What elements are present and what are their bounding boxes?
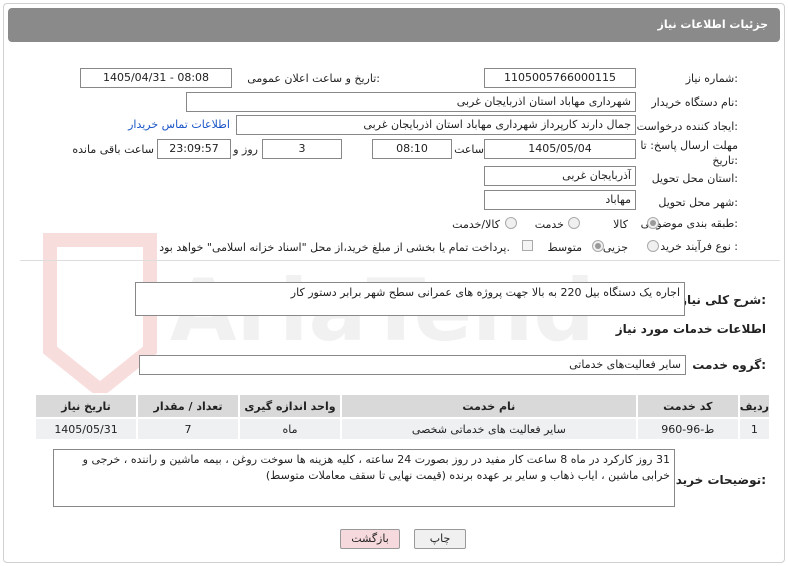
- announce-field: 1405/04/31 - 08:08: [80, 68, 232, 88]
- time-label: ساعت: [454, 143, 484, 156]
- cell-date: 1405/05/31: [33, 417, 139, 441]
- deadline-time-field: 08:10: [372, 139, 452, 159]
- process-radio-medium[interactable]: [592, 240, 604, 252]
- cell-unit: ماه: [237, 417, 342, 441]
- services-section-title: اطلاعات خدمات مورد نیاز: [615, 322, 766, 336]
- creator-field: جمال دارند کارپرداز شهرداری مهاباد استان…: [236, 115, 636, 135]
- service-group-field: سایر فعالیت‌های خدماتی: [139, 355, 686, 375]
- category-radio-goods[interactable]: [647, 217, 659, 229]
- deadline-date-field: 1405/05/04: [484, 139, 636, 159]
- announce-label: تاریخ و ساعت اعلان عمومی:: [247, 72, 380, 85]
- province-label: استان محل تحویل:: [651, 172, 738, 185]
- city-label: شهر محل تحویل:: [658, 196, 738, 209]
- table-row: 1 ط-96-960 سایر فعالیت های خدماتی شخصی م…: [33, 417, 772, 441]
- description-label: شرح کلی نیاز:: [680, 293, 766, 307]
- category-option-service: خدمت: [534, 218, 564, 231]
- process-option-medium: متوسط: [547, 241, 582, 254]
- days-field: 3: [262, 139, 342, 159]
- process-radio-minor[interactable]: [647, 240, 659, 252]
- col-header-row: ردیف: [737, 393, 772, 419]
- payment-note: پرداخت تمام یا بخشی از مبلغ خرید،از محل …: [159, 241, 510, 254]
- panel-header: جزئیات اطلاعات نیاز: [8, 8, 780, 42]
- col-header-unit: واحد اندازه گیری: [237, 393, 342, 419]
- table-header-row: ردیف کد خدمت نام خدمت واحد اندازه گیری ت…: [33, 393, 772, 419]
- days-label: روز و: [233, 143, 258, 156]
- services-table: ردیف کد خدمت نام خدمت واحد اندازه گیری ت…: [33, 393, 772, 441]
- province-field: آذربایجان غربی: [484, 166, 636, 186]
- cell-name: سایر فعالیت های خدماتی شخصی: [339, 417, 638, 441]
- process-option-minor: جزیی: [602, 241, 628, 254]
- panel-title: جزئیات اطلاعات نیاز: [657, 18, 769, 31]
- category-radio-service[interactable]: [568, 217, 580, 229]
- back-button[interactable]: بازگشت: [340, 529, 400, 549]
- category-radio-goods-service[interactable]: [505, 217, 517, 229]
- col-header-code: کد خدمت: [635, 393, 740, 419]
- treasury-checkbox[interactable]: [522, 240, 533, 251]
- cell-row: 1: [737, 417, 772, 441]
- description-textarea[interactable]: اجاره یک دستگاه بیل 220 به بالا جهت پروژ…: [135, 282, 685, 316]
- buyer-org-field: شهرداری مهاباد استان اذربایجان غربی: [186, 92, 636, 112]
- process-label: نوع فرآیند خرید :: [660, 240, 738, 253]
- remaining-label: ساعت باقی مانده: [72, 143, 154, 156]
- deadline-label: مهلت ارسال پاسخ: تا تاریخ:: [640, 139, 738, 167]
- category-option-goods: کالا: [613, 218, 628, 231]
- buyer-org-label: نام دستگاه خریدار:: [651, 96, 738, 109]
- city-field: مهاباد: [484, 190, 636, 210]
- creator-label: ایجاد کننده درخواست:: [636, 120, 738, 133]
- buyer-notes-label: توضیحات خریدار:: [664, 473, 766, 487]
- service-group-label: گروه خدمت:: [692, 358, 766, 372]
- contact-info-link[interactable]: اطلاعات تماس خریدار: [128, 118, 230, 131]
- need-number-field: 1105005766000115: [484, 68, 636, 88]
- cell-code: ط-96-960: [635, 417, 740, 441]
- col-header-name: نام خدمت: [339, 393, 638, 419]
- remaining-time-field: 23:09:57: [157, 139, 231, 159]
- category-option-goods-service: کالا/خدمت: [452, 218, 500, 231]
- cell-qty: 7: [136, 417, 240, 441]
- buyer-notes-textarea[interactable]: 31 روز کارکرد در ماه 8 ساعت کار مفید در …: [53, 449, 675, 507]
- col-header-date: تاریخ نیاز: [33, 393, 139, 419]
- divider: [20, 260, 780, 261]
- print-button[interactable]: چاپ: [414, 529, 466, 549]
- need-number-label: شماره نیاز:: [685, 72, 738, 85]
- col-header-qty: تعداد / مقدار: [136, 393, 240, 419]
